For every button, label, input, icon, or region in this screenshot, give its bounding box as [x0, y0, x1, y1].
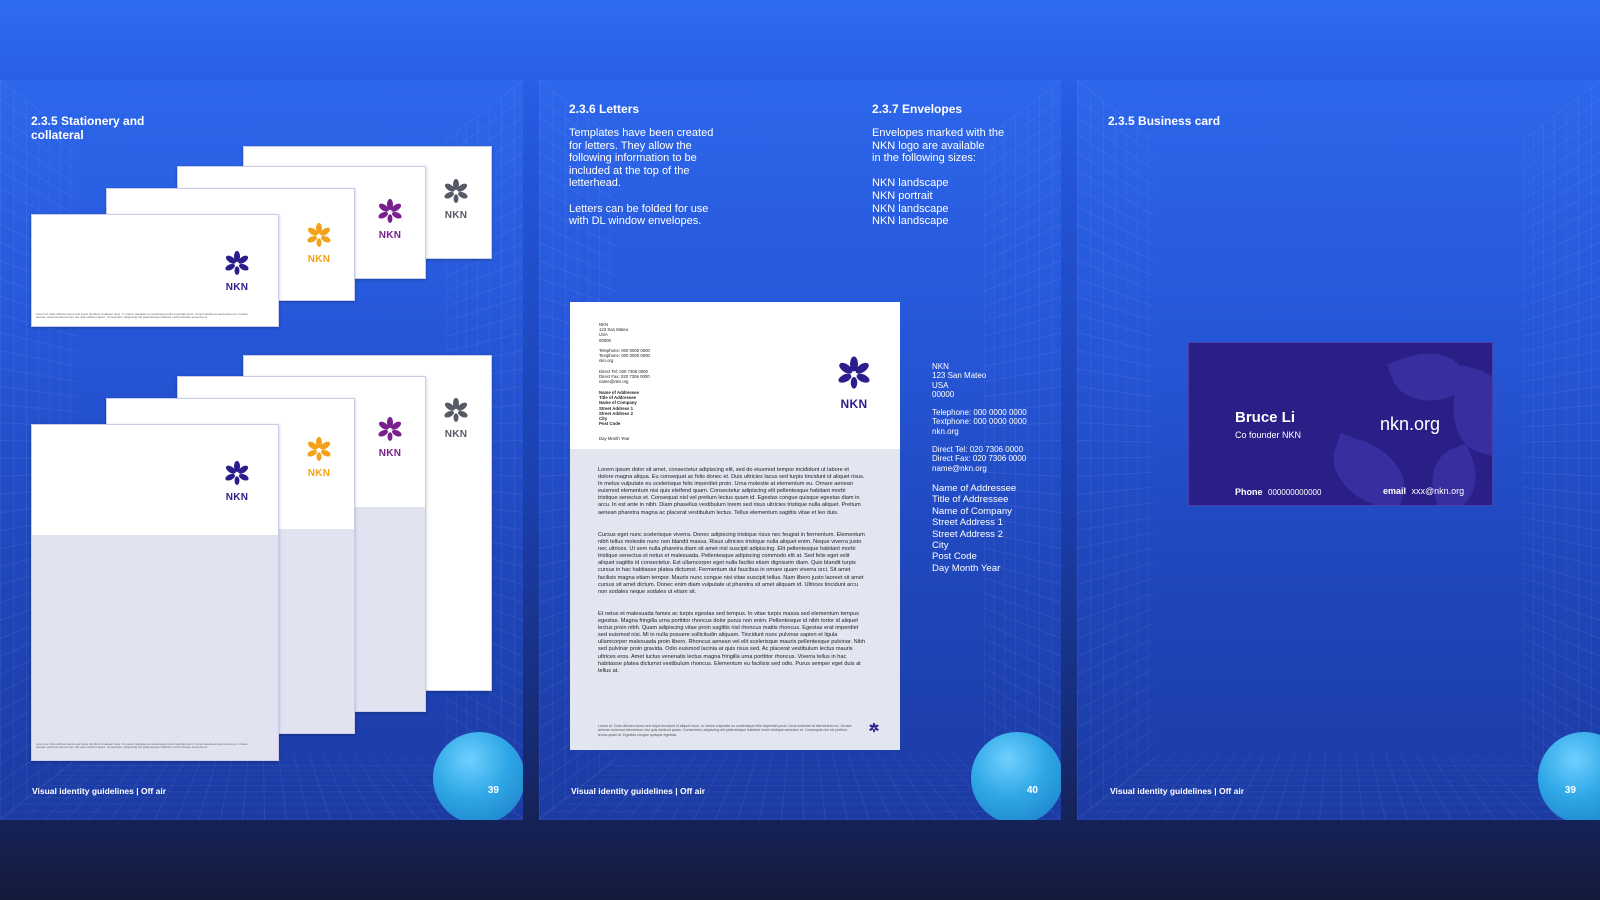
- envelope-addressee: Name of Addressee Title of Addressee Nam…: [932, 483, 1017, 574]
- page-business-card: 2.3.5 Business card Bruce Li Co founder …: [1077, 80, 1600, 820]
- section-heading: 2.3.5 Stationery and collateral: [31, 114, 145, 142]
- footer-label: Visual identity guidelines | Off air: [32, 786, 166, 796]
- logo-wordmark: NKN: [378, 230, 402, 241]
- slip-fine-print: Lorem et. Duis ultricies lacus sed turpi…: [36, 311, 248, 320]
- nkn-flower-icon: [443, 178, 469, 203]
- letters-description: Templates have been created for letters.…: [569, 127, 714, 228]
- card-phone: Phone 000000000000: [1235, 487, 1321, 497]
- letter-paragraph-3: Et netus et malesuada fames ac turpis eg…: [598, 611, 866, 674]
- letter-sender: NKN 123 San Mateo USA 00000: [599, 322, 629, 343]
- logo-wordmark: NKN: [307, 468, 331, 479]
- nkn-logo: NKN: [373, 197, 407, 241]
- card-website: nkn.org: [1380, 414, 1441, 434]
- letter-paragraph-1: Lorem ipsum dolor sit amet, consectetur …: [598, 467, 865, 516]
- envelope-sender: NKN 123 San Mateo USA 00000: [932, 362, 987, 400]
- letter-paragraph-2: Cursus eget nunc scelerisque viverra. Do…: [598, 532, 865, 595]
- envelopes-description: Envelopes marked with the NKN logo are a…: [872, 127, 1005, 228]
- nkn-flower-icon: [224, 250, 250, 275]
- nkn-logo: NKN: [220, 459, 254, 503]
- letters-heading: 2.3.6 Letters: [569, 102, 640, 116]
- page-number-bubble: [433, 732, 523, 820]
- leaf-decoration: [1421, 443, 1487, 505]
- card-name: Bruce Li: [1235, 409, 1296, 426]
- logo-wordmark: NKN: [378, 448, 402, 459]
- nkn-logo: NKN: [302, 435, 336, 479]
- nkn-logo: NKN: [834, 354, 874, 411]
- letter-addressee: Name of Addressee Title of Addressee Nam…: [599, 390, 639, 427]
- nkn-flower-icon: [837, 356, 871, 389]
- envelope-direct: Direct Tel: 020 7306 0000 Direct Fax: 02…: [932, 445, 1027, 473]
- footer-label: Visual identity guidelines | Off air: [571, 786, 705, 796]
- letter-fine-print: Lorem et. Duis ultricies lacus sed turpi…: [598, 724, 852, 737]
- footer-label: Visual identity guidelines | Off air: [1110, 786, 1244, 796]
- envelope-phones: Telephone: 000 0000 0000 Textphone: 000 …: [932, 408, 1027, 436]
- page-number-bubble: [971, 732, 1061, 820]
- card-title: Co founder NKN: [1235, 430, 1302, 440]
- nkn-flower-icon: [443, 397, 469, 422]
- grid-decoration-left: [1077, 80, 1155, 820]
- grid-decoration-right: [1522, 80, 1600, 820]
- letterhead-fine-print: Lorem et. Duis ultricies lacus sed turpi…: [36, 741, 248, 750]
- page-letters-envelopes: 2.3.6 Letters Templates have been create…: [539, 80, 1061, 820]
- nkn-flower-icon: [377, 416, 403, 441]
- logo-wordmark: NKN: [444, 429, 468, 440]
- letterhead-navy: NKN Lorem et. Duis ultricies lacus sed t…: [31, 424, 279, 761]
- logo-wordmark: NKN: [225, 492, 249, 503]
- nkn-flower-icon: [377, 198, 403, 223]
- nkn-logo: NKN: [373, 415, 407, 459]
- logo-wordmark: NKN: [444, 210, 468, 221]
- page-number: 39: [487, 785, 499, 796]
- letter-phones: Telephone: 000 0000 0000 Textphone: 000 …: [599, 348, 650, 364]
- compliment-slip-navy: NKN Lorem et. Duis ultricies lacus sed t…: [31, 214, 279, 327]
- business-card: Bruce Li Co founder NKN nkn.org Phone 00…: [1188, 342, 1493, 506]
- nkn-flower-icon: [224, 460, 250, 485]
- page-stationery: 2.3.5 Stationery and collateral NKN NKN …: [0, 80, 523, 820]
- letter-date: Day Month Year: [599, 436, 630, 441]
- logo-wordmark: NKN: [840, 397, 868, 411]
- card-phone-value: 000000000000: [1268, 488, 1322, 497]
- nkn-logo: NKN: [302, 221, 336, 265]
- letter-template: NKN 123 San Mateo USA 00000 Telephone: 0…: [570, 302, 900, 750]
- card-email-label: email: [1383, 486, 1407, 496]
- nkn-logo: NKN: [439, 177, 473, 221]
- envelopes-heading: 2.3.7 Envelopes: [872, 102, 963, 116]
- page-number: 39: [1564, 785, 1576, 796]
- section-heading: 2.3.5 Business card: [1108, 114, 1221, 128]
- card-phone-label: Phone: [1235, 487, 1263, 497]
- card-email: email xxx@nkn.org: [1383, 486, 1464, 496]
- page-number: 40: [1026, 785, 1038, 796]
- logo-wordmark: NKN: [307, 254, 331, 265]
- nkn-flower-icon: [306, 222, 332, 247]
- letter-direct: Direct Tel: 020 7306 0000 Direct Fax: 02…: [599, 369, 650, 385]
- nkn-logo: NKN: [439, 396, 473, 440]
- card-email-value: xxx@nkn.org: [1411, 486, 1465, 496]
- nkn-flower-icon: [868, 722, 880, 733]
- nkn-logo: NKN: [220, 249, 254, 293]
- nkn-flower-icon: [306, 436, 332, 461]
- logo-wordmark: NKN: [225, 282, 249, 293]
